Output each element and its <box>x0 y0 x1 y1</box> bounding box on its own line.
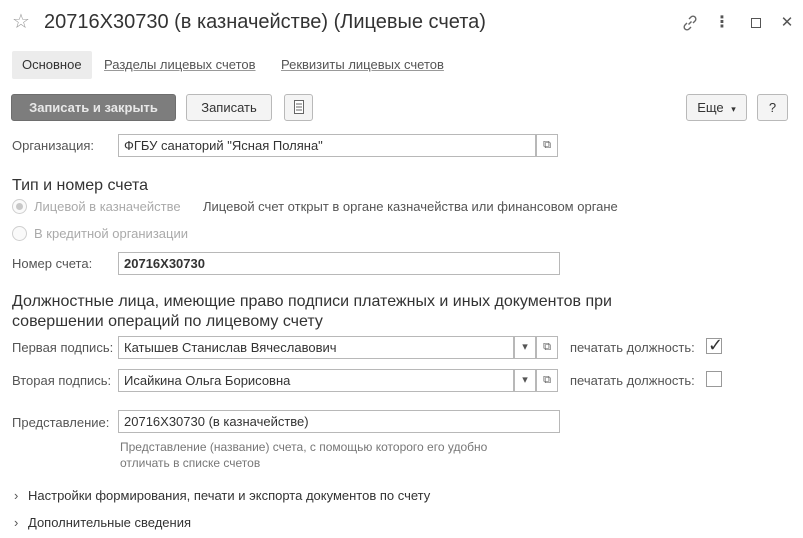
radio-credit-org[interactable] <box>12 226 27 241</box>
open-icon: ⧉ <box>543 341 551 353</box>
list-button[interactable] <box>284 94 313 121</box>
signatories-title-line1: Должностные лица, имеющие право подписи … <box>12 293 612 310</box>
more-button-label: Еще <box>697 100 724 115</box>
more-menu-icon[interactable]: ⋮ <box>711 12 733 34</box>
title-bar: ☆ 20716X30730 (в казначействе) (Лицевые … <box>0 0 803 46</box>
representation-label: Представление: <box>12 415 110 430</box>
radio-treasury-label: Лицевой в казначействе <box>34 199 181 214</box>
checkmark-icon: ✓ <box>708 335 724 355</box>
radio-selected-dot <box>16 203 23 210</box>
account-number-label: Номер счета: <box>12 256 93 271</box>
settings-expander-label: Настройки формирования, печати и экспорт… <box>28 488 431 503</box>
maximize-icon[interactable] <box>745 12 767 34</box>
organization-field[interactable]: ФГБУ санаторий "Ясная Поляна" <box>118 134 536 157</box>
organization-label: Организация: <box>12 138 95 153</box>
tab-account-details[interactable]: Реквизиты лицевых счетов <box>271 52 454 78</box>
chevron-right-icon: › <box>14 488 19 503</box>
help-button[interactable]: ? <box>757 94 788 121</box>
save-button[interactable]: Записать <box>186 94 272 121</box>
window-title: 20716X30730 (в казначействе) (Лицевые сч… <box>44 11 486 33</box>
first-print-position-checkbox[interactable]: ✓ <box>706 335 723 355</box>
second-signature-field[interactable]: Исайкина Ольга Борисовна <box>118 369 514 392</box>
signatories-title-line2: совершении операций по лицевому счету <box>12 313 323 330</box>
representation-field[interactable]: 20716X30730 (в казначействе) <box>118 410 560 433</box>
second-signature-label: Вторая подпись: <box>12 373 112 388</box>
second-signature-open-button[interactable]: ⧉ <box>536 369 558 392</box>
chevron-right-icon: › <box>14 515 19 530</box>
dropdown-icon: ▾ <box>522 341 528 353</box>
treasury-description: Лицевой счет открыт в органе казначейств… <box>203 199 618 214</box>
second-print-position-label: печатать должность: <box>570 373 695 388</box>
list-icon <box>293 100 304 117</box>
tab-main[interactable]: Основное <box>12 51 92 79</box>
save-and-close-button[interactable]: Записать и закрыть <box>11 94 176 121</box>
open-icon: ⧉ <box>543 139 551 151</box>
extra-info-expander-label: Дополнительные сведения <box>28 515 192 530</box>
representation-hint-line1: Представление (название) счета, с помощь… <box>120 440 488 454</box>
open-icon: ⧉ <box>543 374 551 386</box>
dropdown-icon: ▾ <box>522 374 528 386</box>
first-signature-open-button[interactable]: ⧉ <box>536 336 558 359</box>
close-icon[interactable]: ✕ <box>776 12 798 34</box>
second-signature-dropdown-button[interactable]: ▾ <box>514 369 536 392</box>
organization-open-button[interactable]: ⧉ <box>536 134 558 157</box>
radio-credit-org-label: В кредитной организации <box>34 226 188 241</box>
settings-expander[interactable]: › Настройки формирования, печати и экспор… <box>14 488 430 504</box>
first-print-position-label: печатать должность: <box>570 340 695 355</box>
second-print-position-checkbox[interactable] <box>706 371 722 387</box>
radio-treasury[interactable] <box>12 199 27 214</box>
account-type-section-title: Тип и номер счета <box>12 177 149 194</box>
account-number-field[interactable]: 20716X30730 <box>118 252 560 275</box>
more-button[interactable]: Еще ▾ <box>686 94 747 121</box>
favorite-star-icon[interactable]: ☆ <box>12 10 30 34</box>
tab-account-sections[interactable]: Разделы лицевых счетов <box>94 52 266 78</box>
first-signature-field[interactable]: Катышев Станислав Вячеславович <box>118 336 514 359</box>
link-icon[interactable] <box>679 12 701 34</box>
dropdown-icon: ▾ <box>731 104 736 114</box>
first-signature-label: Первая подпись: <box>12 340 114 355</box>
first-signature-dropdown-button[interactable]: ▾ <box>514 336 536 359</box>
representation-hint-line2: отличать в списке счетов <box>120 456 261 470</box>
extra-info-expander[interactable]: › Дополнительные сведения <box>14 515 191 531</box>
